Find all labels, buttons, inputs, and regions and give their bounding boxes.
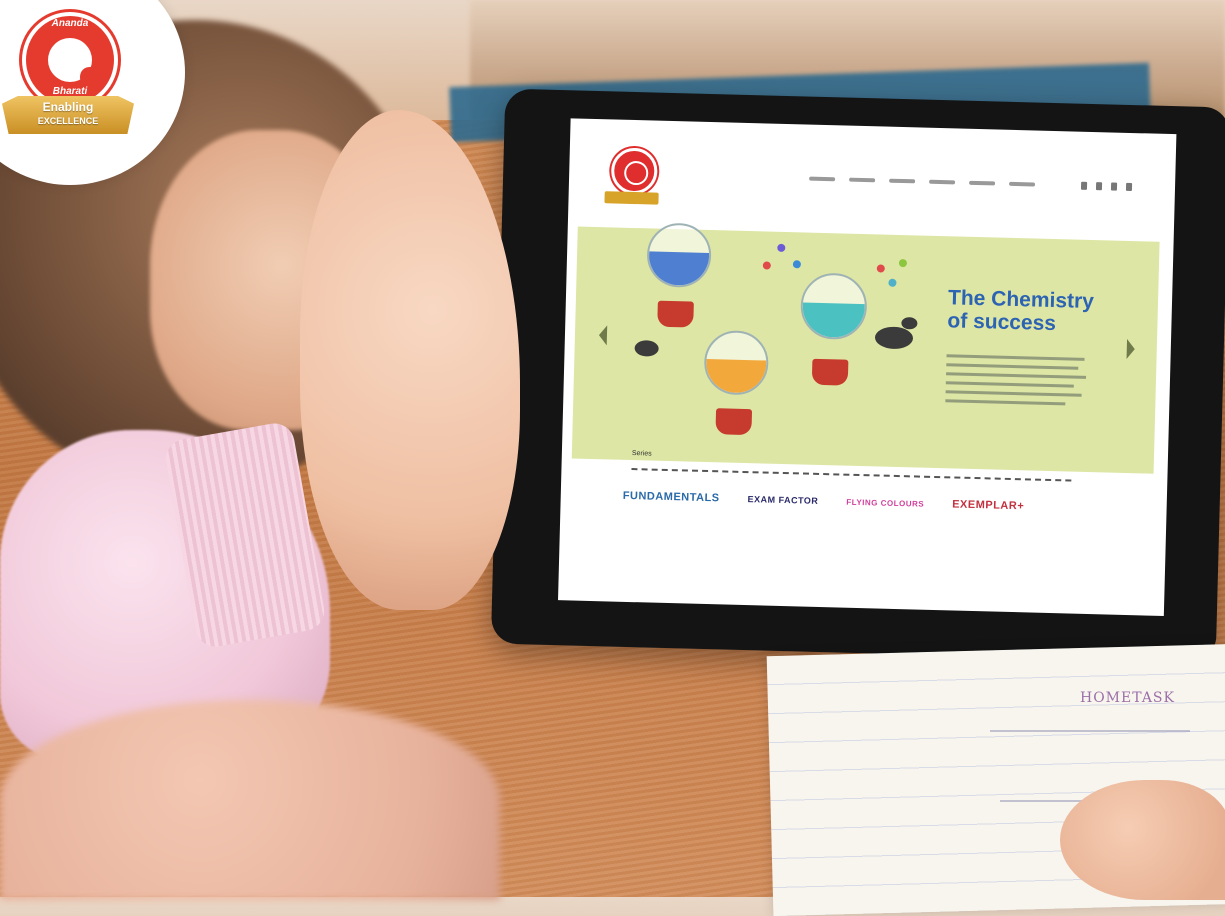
molecule-icon [762,261,771,270]
hero-headline: The Chemistry of success [947,286,1148,337]
user-icon[interactable] [1095,182,1103,191]
balloon-basket [657,300,694,328]
cloud-icon [634,340,659,357]
nav-item[interactable] [849,177,876,183]
tablet-device: The Chemistry of success Series FUNDAMEN… [490,88,1225,663]
hero-body-text [945,354,1087,412]
molecule-icon [792,260,801,269]
flask-balloon-orange [703,329,770,396]
handwriting-line [990,730,1190,732]
molecule-icon [777,243,786,252]
hero-headline-line2: of success [947,309,1057,336]
molecule-icon [898,258,908,268]
brand-fundamentals[interactable]: FUNDAMENTALS [623,490,720,505]
cloud-icon [901,317,918,330]
right-hand [1060,780,1225,900]
book-icon[interactable] [1080,181,1088,190]
search-icon[interactable] [1125,182,1133,192]
hero-banner: The Chemistry of success [571,222,1160,474]
series-divider [631,468,1072,482]
nav-item[interactable] [969,180,996,186]
carousel-prev-icon[interactable] [598,325,608,346]
notebook-title: HOMETASK [1080,690,1175,706]
carousel-next-icon[interactable] [1126,338,1136,360]
nav-item[interactable] [1009,181,1036,187]
nav-item[interactable] [889,178,916,184]
site-logo-icon[interactable] [610,147,658,195]
cart-icon[interactable] [1110,182,1118,191]
nav-item[interactable] [809,176,836,182]
brand-exemplar[interactable]: EXEMPLAR+ [952,498,1024,512]
ananda-bharati-logo: Ananda Bharati [22,12,118,108]
balloon-basket [715,408,753,436]
series-label: Series [631,450,652,458]
logo-brand-bottom: Bharati [52,86,88,97]
brand-exam-factor[interactable]: EXAM FACTOR [747,494,818,506]
molecule-icon [888,278,897,287]
tablet-screen: The Chemistry of success Series FUNDAMEN… [558,118,1177,617]
site-logo-ribbon [604,191,659,205]
flask-balloon-teal [799,272,868,341]
flask-balloon-blue [646,222,712,289]
ribbon-line2: EXCELLENCE [37,116,99,126]
cloud-icon [874,326,914,350]
logo-brand-top: Ananda [51,18,89,29]
site-nav [809,176,1036,187]
nav-item[interactable] [929,179,956,185]
logo-inner-circle [48,38,109,96]
site-nav-icons [1080,181,1133,192]
balloon-basket [811,358,849,386]
enabling-excellence-ribbon: Enabling EXCELLENCE [2,96,134,134]
ribbon-line1: Enabling [42,100,94,114]
series-brands: FUNDAMENTALS EXAM FACTOR FLYING COLOURS … [623,490,1093,514]
brand-flying-colours[interactable]: FLYING COLOURS [846,497,924,508]
molecule-icon [876,264,885,273]
person-lower-arm [0,700,500,900]
